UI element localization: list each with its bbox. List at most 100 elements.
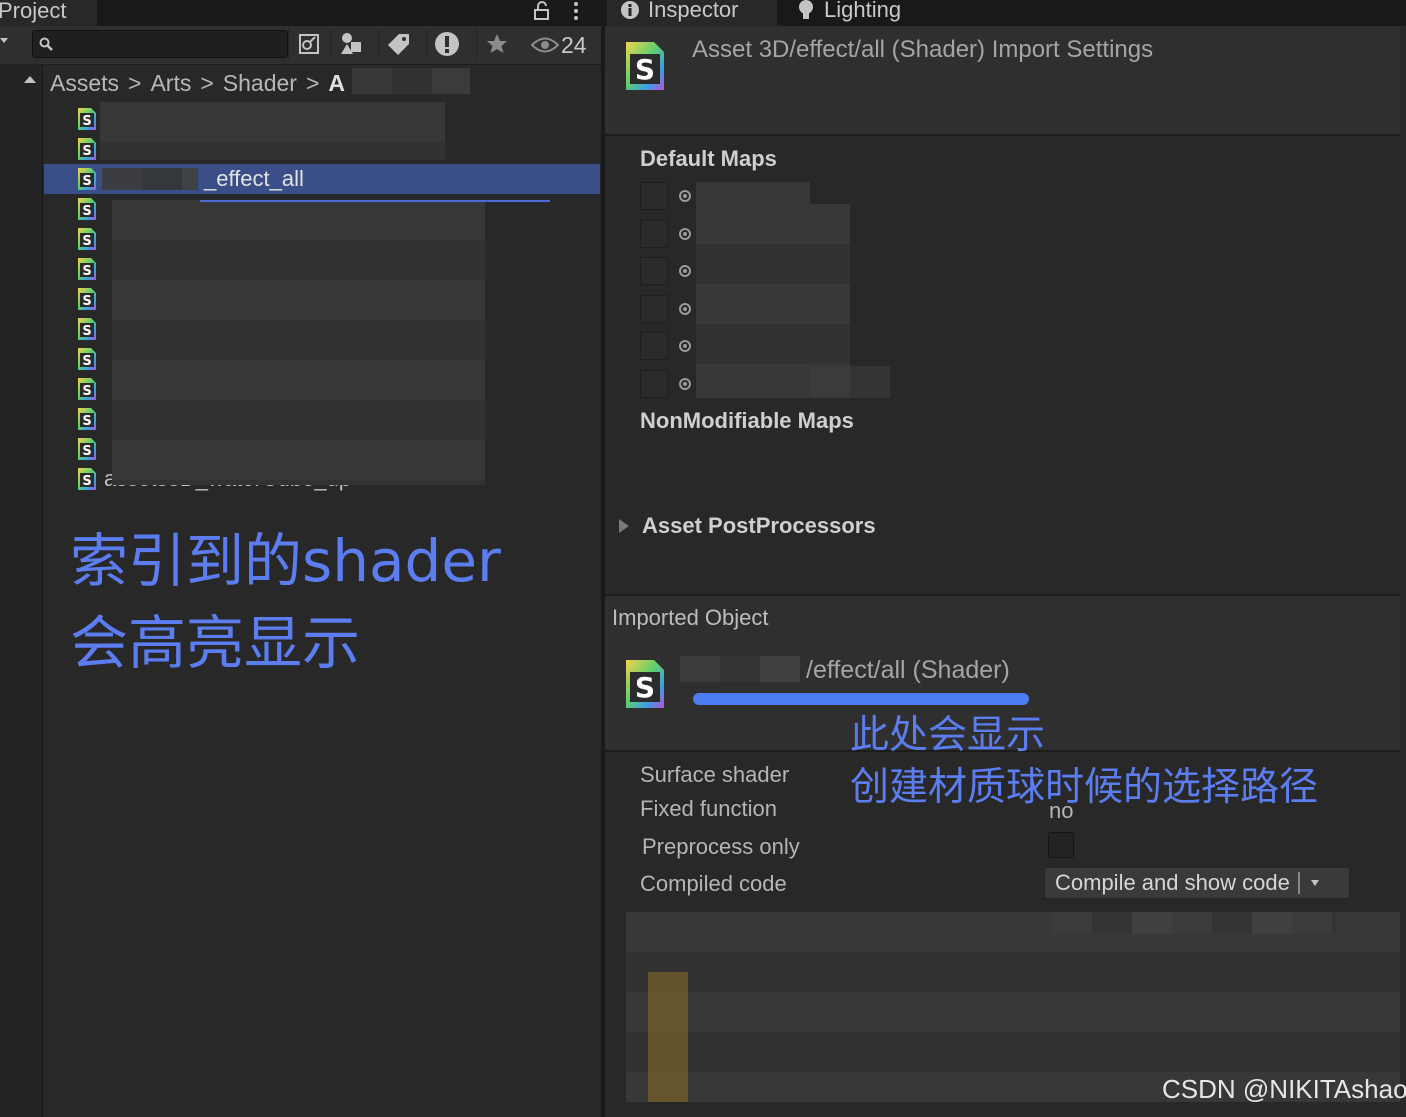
shapes-icon (341, 33, 361, 54)
blurred-file-names (100, 102, 445, 160)
search-field[interactable] (32, 30, 288, 58)
texture-slot[interactable] (640, 370, 668, 398)
compile-button-label: Compile and show code (1055, 870, 1290, 895)
lock-icon[interactable] (533, 1, 551, 21)
asset-postprocessors-foldout[interactable]: Asset PostProcessors (642, 513, 876, 539)
foldout-arrow-icon[interactable] (618, 518, 630, 534)
object-picker-icon[interactable] (679, 340, 691, 352)
inspector-title: Asset 3D/effect/all (Shader) Import Sett… (692, 36, 1154, 63)
tab-lighting[interactable]: Lighting (796, 0, 901, 23)
texture-slot[interactable] (640, 257, 668, 285)
shader-asset-icon: S (626, 42, 664, 90)
blurred-map-name (810, 366, 890, 398)
nonmodifiable-maps-label: NonModifiable Maps (640, 408, 854, 433)
breadcrumb-assets[interactable]: Assets (50, 70, 119, 97)
blurred-warning-strip (648, 972, 688, 1102)
breadcrumb-current-folder[interactable]: A (328, 70, 345, 97)
svg-text:S: S (635, 53, 655, 86)
info-icon (621, 1, 639, 19)
svg-text:S: S (82, 204, 91, 219)
search-by-type-button[interactable] (288, 28, 329, 60)
hidden-packages-toggle[interactable]: 24 (531, 29, 587, 61)
create-dropdown-caret-icon[interactable] (0, 36, 10, 46)
preprocess-only-checkbox[interactable] (1048, 832, 1074, 858)
svg-text:S: S (82, 444, 91, 459)
svg-text:S: S (82, 264, 91, 279)
search-icon (39, 37, 53, 51)
star-icon (487, 34, 507, 53)
shader-file-icon: S (78, 168, 96, 190)
object-picker-icon[interactable] (679, 190, 691, 202)
blurred-object-prefix (680, 656, 800, 682)
compiled-code-label: Compiled code (640, 871, 787, 896)
breadcrumb-shader[interactable]: Shader (223, 70, 297, 97)
object-picker-icon[interactable] (679, 228, 691, 240)
breadcrumb: Assets > Arts > Shader > A (44, 66, 345, 100)
texture-slot[interactable] (640, 220, 668, 248)
tab-inspector[interactable]: Inspector (620, 0, 739, 23)
object-picker-icon[interactable] (679, 378, 691, 390)
project-panel: Project 24 Assets > Arts > Shader > A S … (0, 0, 601, 1117)
svg-text:S: S (82, 384, 91, 399)
object-picker-icon[interactable] (679, 265, 691, 277)
svg-text:S: S (82, 174, 91, 189)
compile-button-divider (1297, 872, 1300, 894)
left-annotation: 索引到的shader 会高亮显示 (70, 520, 501, 684)
svg-text:S: S (82, 114, 91, 129)
watermark: CSDN @NIKITAshao (1162, 1074, 1406, 1104)
svg-text:S: S (82, 324, 91, 339)
tab-inspector-label: Inspector (648, 0, 739, 22)
svg-text:S: S (82, 354, 91, 369)
tag-icon (388, 34, 409, 55)
left-annotation-line: 索引到的shader (70, 527, 501, 595)
project-tab-label: Project (0, 0, 67, 23)
file-name: _effect_all (204, 166, 304, 191)
chevron-down-icon[interactable] (1310, 879, 1320, 887)
blurred-breadcrumb-segment (352, 68, 470, 94)
folder-tree[interactable] (0, 64, 43, 1117)
svg-text:S: S (82, 474, 91, 489)
shader-file-icon: S (78, 318, 96, 340)
kebab-menu-icon[interactable] (568, 1, 584, 21)
shader-file-icon: S (78, 378, 96, 400)
hidden-count-label: 24 (561, 31, 587, 58)
compile-and-show-code-button[interactable]: Compile and show code (1044, 867, 1350, 899)
search-window-icon (299, 34, 319, 54)
left-annotation-line: 会高亮显示 (70, 609, 361, 677)
blurred-compile-output (1052, 912, 1336, 934)
eye-icon (531, 37, 559, 53)
filter-by-label-button[interactable] (378, 28, 419, 60)
svg-text:S: S (82, 294, 91, 309)
default-maps-label: Default Maps (640, 146, 777, 171)
texture-slot[interactable] (640, 295, 668, 323)
lightbulb-icon (799, 0, 813, 19)
right-annotation-line: 创建材质球时候的选择路径 (850, 765, 1319, 810)
tab-lighting-label: Lighting (824, 0, 902, 22)
texture-slot[interactable] (640, 182, 668, 210)
shader-file-icon: S (78, 108, 96, 130)
object-picker-icon[interactable] (679, 303, 691, 315)
svg-text:S: S (82, 414, 91, 429)
collapse-arrow-icon[interactable] (22, 73, 38, 85)
right-annotation-line: 此处会显示 (850, 713, 1046, 758)
shader-file-icon: S (78, 198, 96, 220)
texture-slot[interactable] (640, 332, 668, 360)
favorites-button[interactable] (476, 28, 517, 60)
breadcrumb-separator: > (128, 69, 142, 96)
breadcrumb-arts[interactable]: Arts (150, 70, 191, 97)
blurred-file-names (112, 200, 485, 485)
surface-shader-label: Surface shader (640, 762, 790, 787)
search-input[interactable] (59, 33, 285, 57)
project-tab[interactable]: Project (0, 0, 97, 26)
selection-underline (200, 200, 550, 202)
shader-file-icon: S (78, 348, 96, 370)
blurred-map-name (696, 182, 810, 206)
fixed-function-label: Fixed function (640, 796, 777, 821)
svg-text:S: S (82, 234, 91, 249)
blurred-selected-prefix (102, 168, 198, 190)
shader-file-icon: S (78, 258, 96, 280)
filter-by-type-button[interactable] (330, 28, 371, 60)
filter-by-log-button[interactable] (426, 28, 467, 60)
imported-object-name: /effect/all (Shader) (806, 656, 1010, 684)
breadcrumb-separator: > (200, 69, 214, 96)
